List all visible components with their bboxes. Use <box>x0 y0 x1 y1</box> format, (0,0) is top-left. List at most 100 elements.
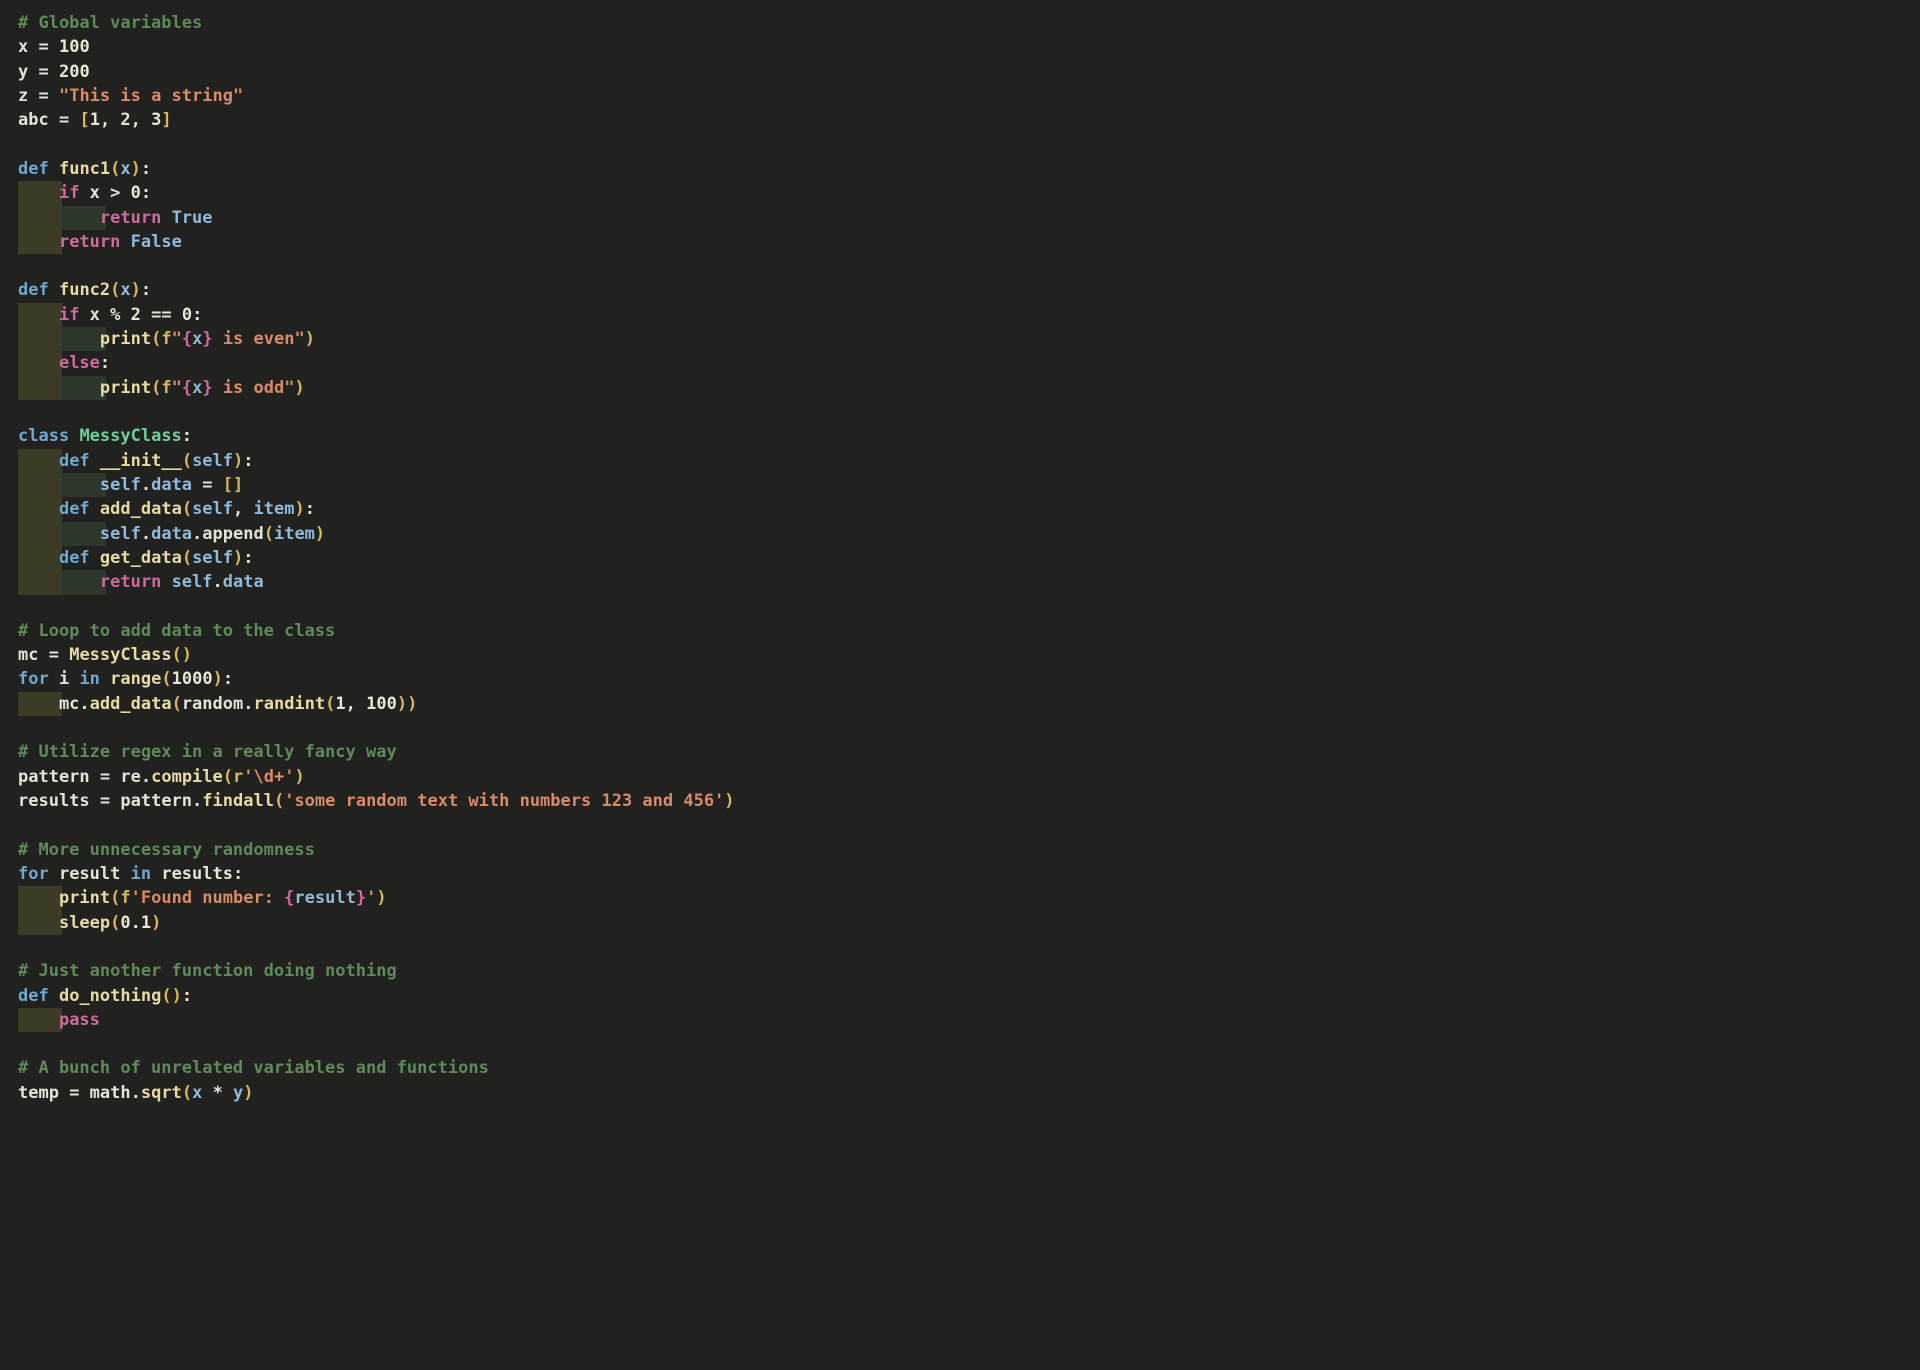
token-pun: ( <box>222 766 234 787</box>
token-num: 100 <box>58 37 90 58</box>
code-line[interactable]: self.data.append(item) <box>0 521 1920 546</box>
code-line[interactable]: # Just another function doing nothing <box>0 959 1920 983</box>
code-line[interactable]: y = 200 <box>0 60 1920 84</box>
code-line[interactable]: # Utilize regex in a really fancy way <box>0 740 1920 764</box>
token-pun: ) <box>243 1082 254 1103</box>
code-line[interactable]: abc = [1, 2, 3] <box>0 108 1920 132</box>
token-pun: ( <box>181 547 193 568</box>
token-op: : <box>99 353 111 374</box>
token-op: , <box>345 693 367 714</box>
token-fn: func2 <box>58 280 111 301</box>
code-line-text: self.data.append(item) <box>18 524 325 544</box>
token-var: data <box>151 474 193 495</box>
code-line[interactable]: mc = MessyClass() <box>0 643 1920 667</box>
token-fn: sleep <box>58 912 111 933</box>
token-kw: def <box>58 450 90 471</box>
code-line[interactable]: pattern = re.compile(r'\d+') <box>0 765 1920 789</box>
code-line[interactable]: # Loop to add data to the class <box>0 619 1920 643</box>
token-plain: mc <box>18 693 80 714</box>
token-pun: ) <box>130 158 141 179</box>
token-cmt: # More unnecessary randomness <box>18 839 315 860</box>
code-line-text: else: <box>18 353 110 373</box>
code-line[interactable]: for i in range(1000): <box>0 667 1920 691</box>
code-line[interactable]: for result in results: <box>0 862 1920 886</box>
code-line[interactable]: print(f"{x} is even") <box>0 327 1920 352</box>
code-line[interactable]: print(f'Found number: {result}') <box>0 886 1920 911</box>
token-op: . <box>212 572 223 593</box>
code-line-text: return False <box>18 232 182 252</box>
code-line-text: for result in results: <box>18 864 243 884</box>
token-var: result <box>294 888 356 909</box>
code-line[interactable]: x = 100 <box>0 35 1920 59</box>
token-op: : <box>140 183 152 204</box>
token-num: 0.1 <box>120 912 152 933</box>
code-line[interactable]: pass <box>0 1007 1920 1033</box>
token-str: is even" <box>212 329 305 350</box>
token-fbr: { <box>181 329 193 350</box>
token-num: 1 <box>89 110 100 131</box>
token-kw: def <box>58 547 90 568</box>
code-line[interactable]: return self.data <box>0 570 1920 595</box>
token-op: : <box>181 985 193 1006</box>
code-line[interactable] <box>0 254 1920 278</box>
token-num: 1000 <box>171 669 213 690</box>
token-pun: ] <box>161 110 172 131</box>
token-plain: abc <box>18 110 49 131</box>
code-line[interactable] <box>0 595 1920 619</box>
code-line[interactable]: results = pattern.findall('some random t… <box>0 789 1920 813</box>
token-fn: __init__ <box>99 450 182 471</box>
code-line[interactable]: else: <box>0 351 1920 376</box>
token-var: y <box>233 1082 244 1103</box>
code-line[interactable]: def func2(x): <box>0 278 1920 302</box>
token-pun: ( <box>263 523 274 544</box>
code-line[interactable]: # A bunch of unrelated variables and fun… <box>0 1056 1920 1080</box>
token-num: 100 <box>366 693 397 714</box>
token-var: x <box>120 158 131 179</box>
code-line[interactable]: def get_data(self): <box>0 545 1920 571</box>
code-line[interactable]: return True <box>0 205 1920 230</box>
code-line[interactable]: print(f"{x} is odd") <box>0 375 1920 400</box>
code-line[interactable] <box>0 133 1920 157</box>
code-line[interactable]: def func1(x): <box>0 157 1920 181</box>
token-cmt: # Global variables <box>18 13 203 33</box>
code-line[interactable] <box>0 935 1920 959</box>
code-line[interactable]: class MessyClass: <box>0 424 1920 448</box>
code-line[interactable]: temp = math.sqrt(x * y) <box>0 1081 1920 1105</box>
code-surface[interactable]: # Global variables x = 100 y = 200 z = "Thi… <box>0 11 1920 1105</box>
token-pun: )) <box>396 693 418 714</box>
token-op: = <box>58 1082 90 1103</box>
code-line[interactable]: sleep(0.1) <box>0 910 1920 935</box>
code-line[interactable] <box>0 400 1920 424</box>
token-op: . <box>140 766 152 787</box>
code-line[interactable]: # More unnecessary randomness <box>0 838 1920 862</box>
token-pun: ( <box>151 377 162 398</box>
token-plain: results <box>18 791 90 811</box>
code-line[interactable] <box>0 1032 1920 1056</box>
code-line[interactable]: # Global variables <box>0 11 1920 35</box>
code-line[interactable]: def __init__(self): <box>0 448 1920 473</box>
code-editor[interactable]: # Global variables x = 100 y = 200 z = "Thi… <box>0 0 1920 1370</box>
code-line[interactable]: if x % 2 == 0: <box>0 302 1920 328</box>
code-line[interactable]: z = "This is a string" <box>0 84 1920 108</box>
code-line[interactable]: def add_data(self, item): <box>0 497 1920 522</box>
code-line[interactable]: def do_nothing(): <box>0 984 1920 1008</box>
code-line[interactable]: self.data = [] <box>0 472 1920 498</box>
token-op: = <box>48 110 80 131</box>
code-line[interactable]: mc.add_data(random.randint(1, 100)) <box>0 691 1920 717</box>
token-op: = <box>28 37 59 58</box>
code-line-text: def __init__(self): <box>18 451 254 471</box>
code-line[interactable]: return False <box>0 229 1920 255</box>
token-cmt: # Just another function doing nothing <box>18 961 397 982</box>
token-pun: ) <box>212 669 223 690</box>
code-line[interactable] <box>0 716 1920 740</box>
token-plain: x <box>18 37 29 58</box>
token-fn: func1 <box>58 158 111 179</box>
token-fn: randint <box>253 693 326 714</box>
code-line[interactable] <box>0 813 1920 837</box>
code-line[interactable]: if x > 0: <box>0 181 1920 206</box>
